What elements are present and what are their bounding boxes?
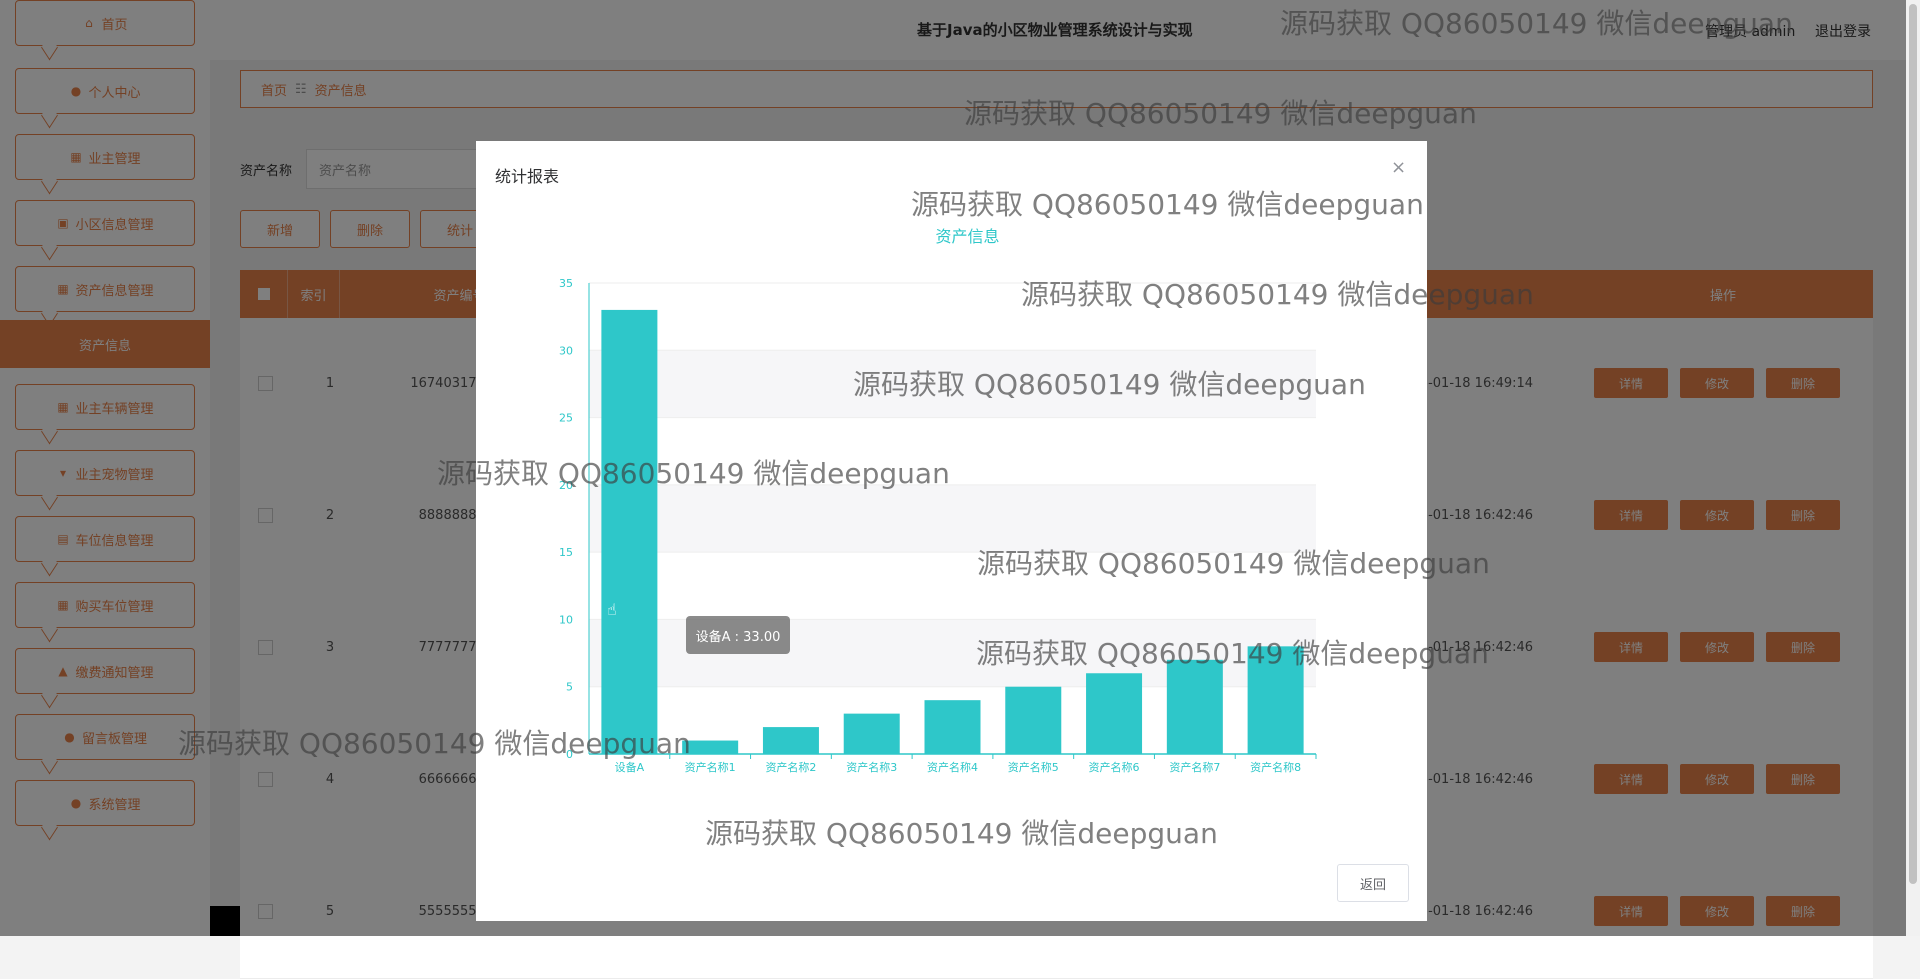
chart-tooltip: 设备A : 33.00 (686, 616, 790, 654)
bottom-strip (210, 906, 240, 936)
x-tick-label: 资产名称4 (927, 760, 978, 774)
back-button[interactable]: 返回 (1337, 864, 1409, 902)
y-tick-label: 20 (559, 479, 573, 492)
y-tick-label: 35 (559, 277, 573, 290)
stats-dialog: 统计报表 × 资产信息 0 5 10 15 20 25 30 35 设备A 资产名称1 资产名称2 资产… (476, 141, 1427, 921)
chart-title: 资产信息 (935, 227, 999, 246)
bar (843, 713, 900, 754)
bar (1247, 646, 1304, 754)
bar (682, 740, 739, 754)
bar-chart: 资产信息 0 5 10 15 20 25 30 35 设备A 资产名称1 资产名称2 资产名称3 资产名称… (559, 227, 1317, 774)
bar (601, 309, 658, 754)
x-tick-label: 设备A (615, 760, 645, 774)
bar (762, 727, 819, 754)
page-scrollbar-thumb[interactable] (1909, 4, 1917, 884)
x-tick-label: 资产名称5 (1008, 760, 1059, 774)
y-tick-label: 0 (566, 748, 573, 761)
y-tick-label: 30 (559, 344, 573, 357)
chart-area: 资产信息 0 5 10 15 20 25 30 35 设备A 资产名称1 资产名称2 资产名称3 资产名称… (476, 141, 1427, 861)
grid-band (589, 350, 1316, 418)
bar (1005, 686, 1062, 754)
y-tick-label: 25 (559, 412, 573, 425)
x-tick-label: 资产名称7 (1169, 760, 1220, 774)
bar (1086, 673, 1143, 754)
x-tick-label: 资产名称1 (685, 760, 736, 774)
y-tick-label: 15 (559, 546, 573, 559)
x-tick-label: 资产名称8 (1250, 760, 1301, 774)
x-tick-label: 资产名称3 (846, 760, 897, 774)
grid-band (589, 484, 1316, 553)
bar (1166, 659, 1223, 754)
y-tick-label: 5 (566, 681, 573, 694)
bar (924, 700, 981, 754)
pointer-cursor-icon: ☝ (607, 600, 617, 619)
x-tick-label: 资产名称2 (765, 760, 816, 774)
y-tick-label: 10 (559, 613, 573, 626)
x-tick-label: 资产名称6 (1089, 760, 1140, 774)
